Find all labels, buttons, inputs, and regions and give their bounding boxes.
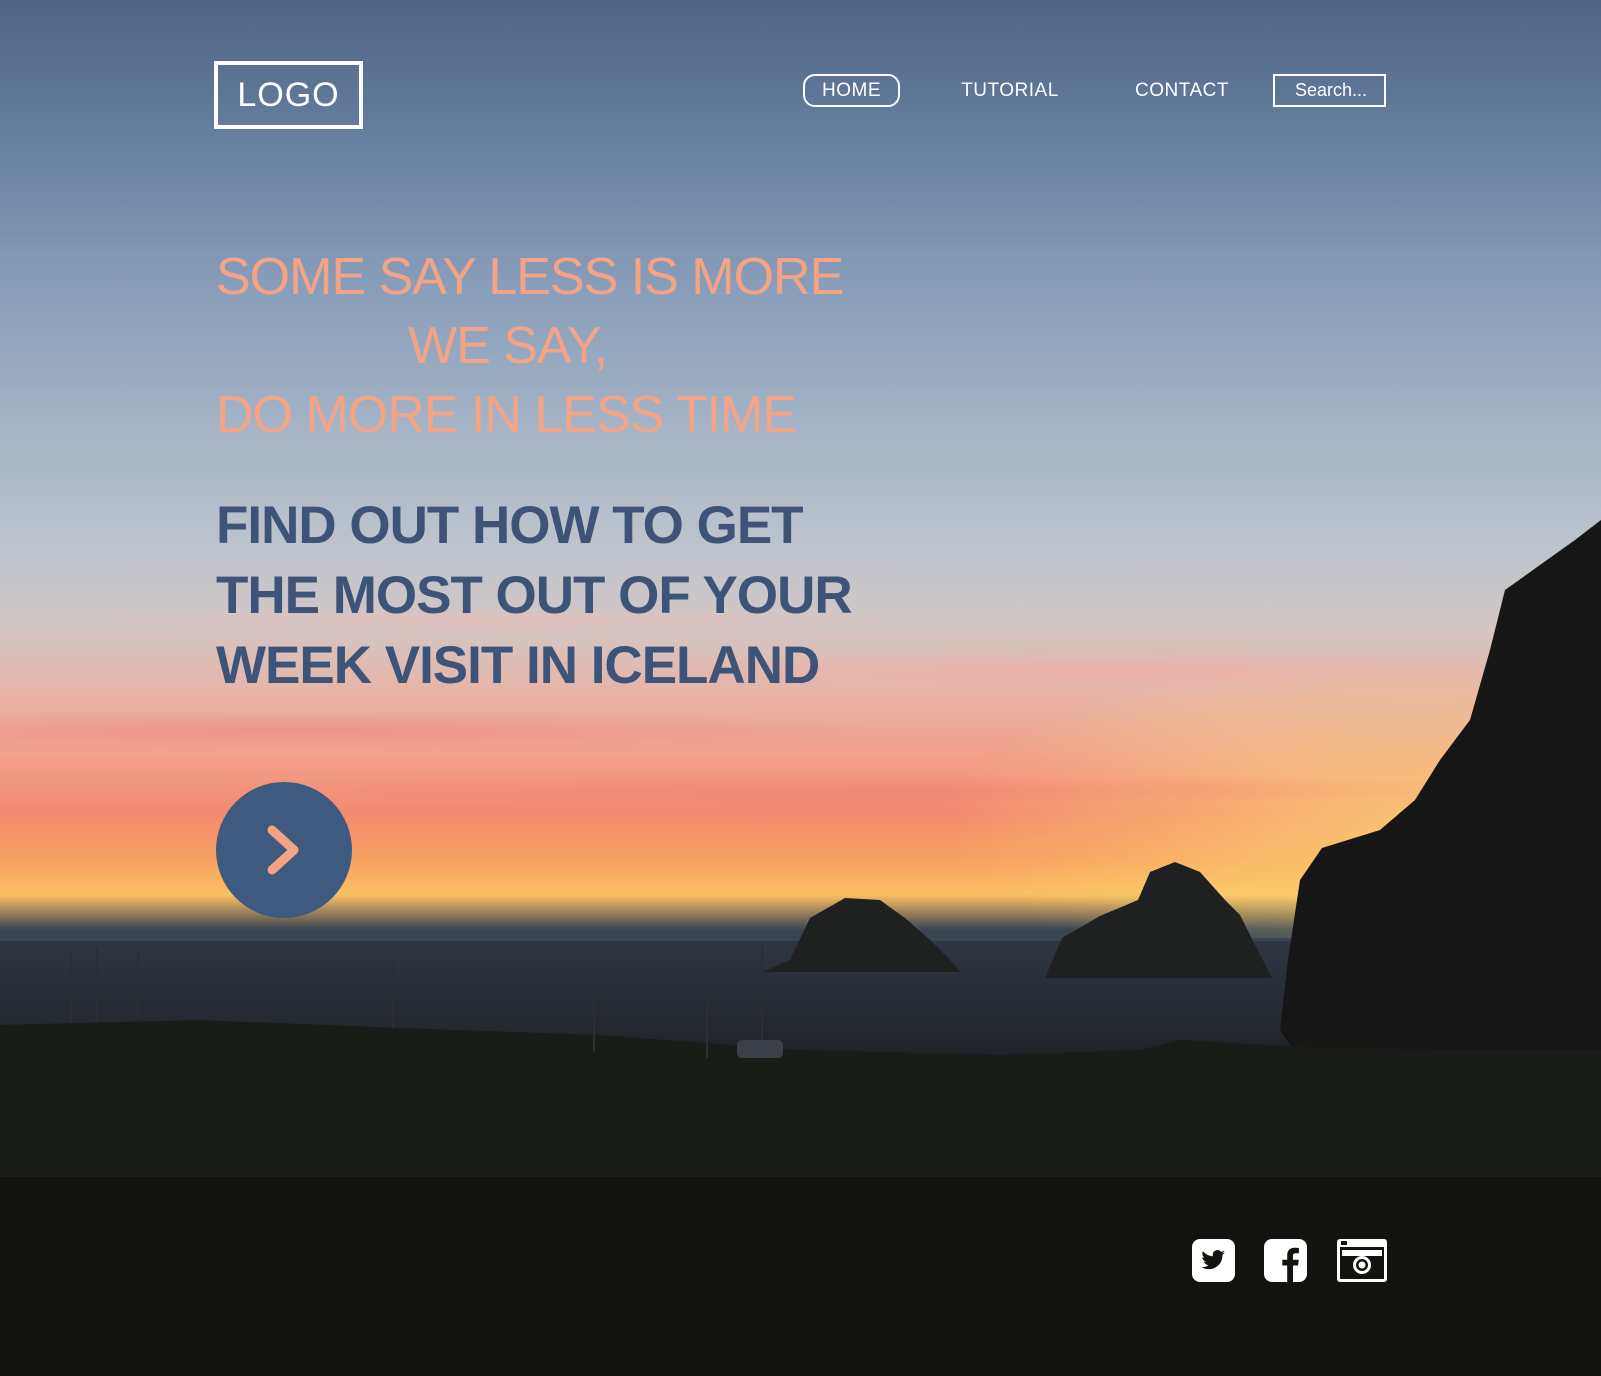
hero-subheading: FIND OUT HOW TO GET THE MOST OUT OF YOUR… bbox=[216, 491, 866, 701]
twitter-link[interactable] bbox=[1192, 1238, 1235, 1282]
sea-stack-middle bbox=[1045, 862, 1272, 978]
facebook-link[interactable] bbox=[1264, 1238, 1307, 1282]
next-button[interactable] bbox=[216, 782, 352, 918]
subhead-line-2: THE MOST OUT OF YOUR bbox=[216, 566, 853, 625]
search-input[interactable] bbox=[1273, 74, 1386, 107]
nav-home[interactable]: HOME bbox=[803, 74, 900, 107]
logo[interactable]: LOGO bbox=[214, 61, 363, 129]
tagline-line-3: DO MORE IN LESS TIME bbox=[216, 386, 797, 444]
nav-contact[interactable]: CONTACT bbox=[1127, 74, 1237, 107]
instagram-icon bbox=[1337, 1238, 1387, 1282]
subhead-line-3: WEEK VISIT IN ICELAND bbox=[216, 636, 820, 695]
sea-stack-left bbox=[763, 898, 960, 972]
hero-tagline: SOME SAY LESS IS MORE WE SAY, DO MORE IN… bbox=[216, 243, 844, 450]
instagram-link[interactable] bbox=[1337, 1238, 1387, 1282]
tagline-line-1: SOME SAY LESS IS MORE bbox=[216, 248, 844, 306]
parked-car bbox=[737, 1040, 783, 1058]
nav-tutorial[interactable]: TUTORIAL bbox=[955, 74, 1065, 107]
twitter-icon bbox=[1192, 1238, 1235, 1282]
chevron-right-icon bbox=[267, 825, 299, 875]
cliff-right bbox=[1280, 520, 1601, 1060]
subhead-line-1: FIND OUT HOW TO GET bbox=[216, 496, 804, 555]
tagline-line-2: WE SAY, bbox=[408, 317, 608, 375]
facebook-icon bbox=[1264, 1238, 1307, 1282]
